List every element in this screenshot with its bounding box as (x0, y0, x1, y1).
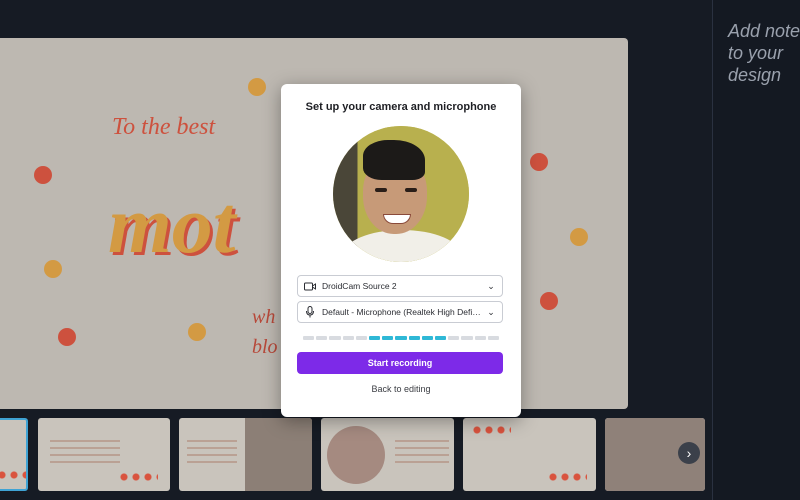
level-segment (342, 336, 354, 340)
camera-setup-dialog: Set up your camera and microphone DroidC… (281, 84, 521, 417)
page-thumbnail[interactable] (38, 418, 170, 491)
microphone-select-value: Default - Microphone (Realtek High Defin… (322, 307, 484, 317)
back-to-editing-link[interactable]: Back to editing (281, 384, 521, 394)
level-segment (421, 336, 434, 340)
microphone-level-meter (303, 336, 500, 340)
level-segment (408, 336, 420, 340)
level-segment (487, 336, 500, 340)
level-segment (382, 336, 394, 340)
level-segment (303, 336, 315, 340)
chevron-right-icon[interactable]: › (678, 442, 700, 464)
level-segment (474, 336, 486, 340)
page-thumbnail[interactable] (463, 418, 596, 491)
level-segment (329, 336, 341, 340)
page-thumbnail[interactable] (321, 418, 454, 491)
video-camera-icon (304, 282, 316, 291)
start-recording-button[interactable]: Start recording (297, 352, 503, 374)
microphone-icon (304, 306, 316, 318)
level-segment (316, 336, 328, 340)
notes-placeholder[interactable]: Add notes to your design (728, 20, 800, 86)
chevron-down-icon: ⌄ (487, 306, 495, 317)
camera-select[interactable]: DroidCam Source 2 ⌄ (297, 275, 503, 297)
camera-preview (333, 126, 469, 262)
level-segment (355, 336, 368, 340)
dialog-title: Set up your camera and microphone (305, 101, 497, 113)
page-thumbnail[interactable] (0, 418, 28, 491)
level-segment (448, 336, 460, 340)
level-segment (369, 336, 381, 340)
camera-select-value: DroidCam Source 2 (322, 281, 397, 291)
page-filmstrip (0, 412, 712, 500)
level-segment (461, 336, 473, 340)
microphone-select[interactable]: Default - Microphone (Realtek High Defin… (297, 301, 503, 323)
chevron-down-icon: ⌄ (487, 280, 495, 291)
level-segment (395, 336, 407, 340)
level-segment (435, 336, 447, 340)
page-thumbnail[interactable] (179, 418, 312, 491)
